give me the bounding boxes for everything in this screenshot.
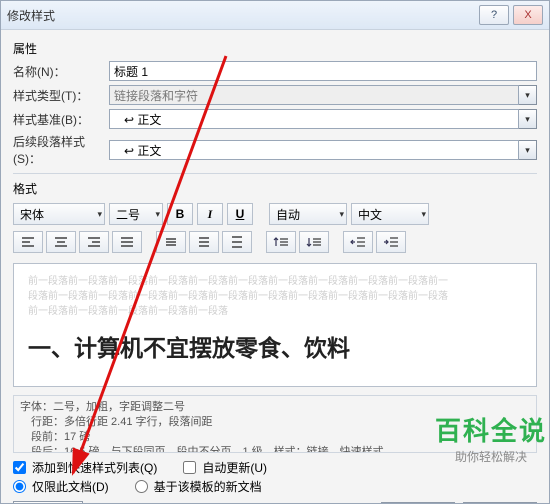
template-radio[interactable]	[135, 480, 148, 493]
name-label: 名称(N)：	[13, 63, 109, 80]
based-combo[interactable]: ▾	[109, 109, 537, 129]
separator	[13, 173, 537, 174]
indent-increase-button[interactable]	[376, 231, 406, 253]
line-spacing-15-button[interactable]	[189, 231, 219, 253]
next-combo[interactable]: ▾	[109, 140, 537, 160]
chevron-down-icon[interactable]: ▾	[519, 109, 537, 129]
align-center-button[interactable]	[46, 231, 76, 253]
language-combo[interactable]: 中文▾	[351, 203, 429, 225]
this-document-label: 仅限此文档(D)	[32, 478, 109, 495]
based-row: 样式基准(B)： ▾	[13, 109, 537, 129]
add-to-quick-styles-label: 添加到快速样式列表(Q)	[32, 459, 157, 476]
format-toolbar-1: 宋体▾ 二号▾ B I U 自动▾ 中文▾	[13, 203, 537, 225]
close-button[interactable]: X	[513, 5, 543, 25]
font-color-combo[interactable]: 自动▾	[269, 203, 347, 225]
align-right-button[interactable]	[79, 231, 109, 253]
help-button[interactable]: ?	[479, 5, 509, 25]
next-label: 后续段落样式(S)：	[13, 133, 109, 167]
indent-decrease-button[interactable]	[343, 231, 373, 253]
space-before-dec-button[interactable]	[299, 231, 329, 253]
chevron-down-icon: ▾	[421, 209, 426, 220]
chevron-down-icon: ▾	[97, 209, 102, 220]
type-row: 样式类型(T)： ▾	[13, 85, 537, 105]
chevron-down-icon[interactable]: ▾	[519, 85, 537, 105]
next-combo-value[interactable]	[109, 140, 519, 160]
preview-sample-text: 一、计算机不宜摆放零食、饮料	[28, 329, 522, 363]
font-size-combo[interactable]: 二号▾	[109, 203, 163, 225]
name-input[interactable]	[109, 61, 537, 81]
name-row: 名称(N)：	[13, 61, 537, 81]
dialog-title: 修改样式	[7, 7, 475, 24]
add-to-quick-styles-checkbox[interactable]	[13, 461, 26, 474]
space-before-inc-button[interactable]	[266, 231, 296, 253]
type-combo-value[interactable]	[109, 85, 519, 105]
chevron-down-icon[interactable]: ▾	[519, 140, 537, 160]
underline-button[interactable]: U	[227, 203, 253, 225]
format-label: 格式	[13, 180, 537, 197]
titlebar: 修改样式 ? X	[1, 1, 549, 30]
format-toolbar-2	[13, 231, 537, 253]
line-spacing-1-button[interactable]	[156, 231, 186, 253]
type-label: 样式类型(T)：	[13, 87, 109, 104]
this-document-radio[interactable]	[13, 480, 26, 493]
style-description: 字体：二号，加粗，字距调整二号 行距：多倍行距 2.41 字行，段落间距 段前：…	[13, 395, 537, 453]
bold-button[interactable]: B	[167, 203, 193, 225]
italic-button[interactable]: I	[197, 203, 223, 225]
line-spacing-2-button[interactable]	[222, 231, 252, 253]
properties-label: 属性	[13, 40, 537, 57]
font-family-combo[interactable]: 宋体▾	[13, 203, 105, 225]
chevron-down-icon: ▾	[339, 209, 344, 220]
based-combo-value[interactable]	[109, 109, 519, 129]
preview-ghost-text: 前一段落前一段落前一段落前一段落前一段落前一段落前一段落前一段落前一段落前一段落…	[28, 274, 522, 319]
options-area: 添加到快速样式列表(Q) 自动更新(U) 仅限此文档(D) 基于该模板的新文档	[13, 459, 537, 495]
chevron-down-icon: ▾	[155, 209, 160, 220]
template-label: 基于该模板的新文档	[154, 478, 262, 495]
preview-panel: 前一段落前一段落前一段落前一段落前一段落前一段落前一段落前一段落前一段落前一段落…	[13, 263, 537, 387]
type-combo[interactable]: ▾	[109, 85, 537, 105]
auto-update-checkbox[interactable]	[183, 461, 196, 474]
auto-update-label: 自动更新(U)	[202, 459, 267, 476]
next-row: 后续段落样式(S)： ▾	[13, 133, 537, 167]
based-label: 样式基准(B)：	[13, 111, 109, 128]
modify-style-dialog: 修改样式 ? X 属性 名称(N)： 样式类型(T)： ▾ 样式基准(B)： ▾…	[0, 0, 550, 504]
align-justify-button[interactable]	[112, 231, 142, 253]
align-left-button[interactable]	[13, 231, 43, 253]
